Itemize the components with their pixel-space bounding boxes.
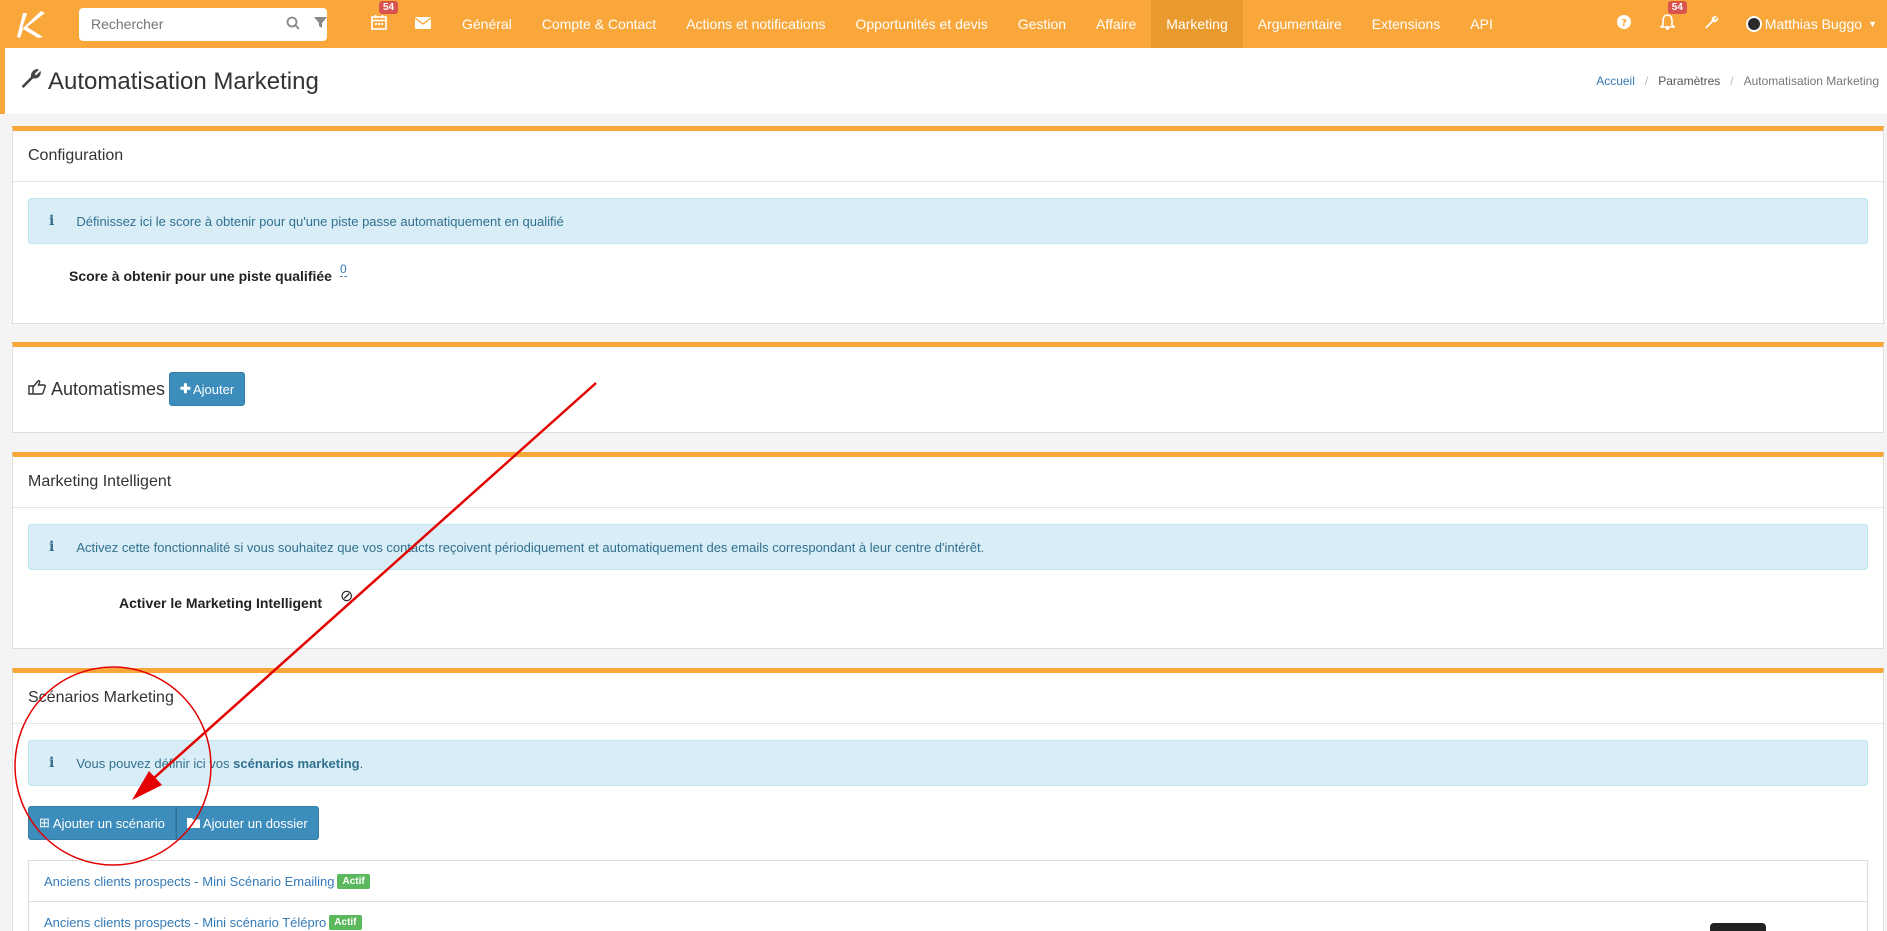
button-label: Ajouter un dossier bbox=[202, 815, 308, 831]
avatar bbox=[1745, 16, 1762, 32]
activate-label: Activer le Marketing Intelligent bbox=[119, 595, 323, 611]
menu-api[interactable]: API bbox=[1455, 0, 1508, 48]
plus-square-icon: ⊞ bbox=[39, 815, 50, 830]
info-alert: i Activez cette fonctionnalité si vous s… bbox=[28, 524, 1868, 570]
list-item[interactable]: Anciens clients prospects - Mini Scénari… bbox=[29, 861, 1867, 902]
menu-marketing[interactable]: Marketing bbox=[1151, 0, 1243, 48]
add-scenario-button[interactable]: ⊞ Ajouter un scénario bbox=[28, 806, 176, 840]
main-menu: Général Compte & Contact Actions et noti… bbox=[447, 0, 1508, 48]
wrench-icon[interactable] bbox=[1690, 15, 1734, 34]
wrench-icon bbox=[20, 68, 42, 96]
menu-gestion[interactable]: Gestion bbox=[1003, 0, 1081, 48]
help-icon[interactable]: ? bbox=[1602, 15, 1646, 33]
app-logo[interactable] bbox=[0, 0, 60, 48]
add-folder-button[interactable]: Ajouter un dossier bbox=[175, 806, 319, 840]
calendar-badge: 54 bbox=[379, 1, 399, 14]
configuration-panel: Configuration i Définissez ici le score … bbox=[12, 126, 1884, 324]
info-text: Activez cette fonctionnalité si vous sou… bbox=[76, 539, 985, 555]
page-header: Automatisation Marketing Accueil / Param… bbox=[0, 48, 1887, 114]
panel-title: Scénarios Marketing bbox=[13, 673, 1883, 724]
info-alert: i Vous pouvez définir ici vos scénarios … bbox=[28, 740, 1868, 786]
scenario-actions: ⊞ Ajouter un scénario Ajouter un dossier bbox=[28, 806, 319, 840]
status-badge: Actif bbox=[337, 873, 370, 889]
automatismes-panel: Automatismes ✚ Ajouter bbox=[12, 342, 1884, 433]
menu-compte-contact[interactable]: Compte & Contact bbox=[527, 0, 671, 48]
notification-badge: 54 bbox=[1667, 1, 1687, 14]
search-icon[interactable] bbox=[286, 16, 300, 33]
status-badge: Actif bbox=[329, 914, 362, 930]
add-automatisme-button[interactable]: ✚ Ajouter bbox=[169, 372, 246, 406]
score-value[interactable]: 0 bbox=[340, 262, 347, 277]
menu-actions-notifications[interactable]: Actions et notifications bbox=[671, 0, 840, 48]
panel-title: Automatismes bbox=[51, 378, 166, 399]
info-icon: i bbox=[49, 755, 55, 771]
info-text: Définissez ici le score à obtenir pour q… bbox=[76, 213, 564, 229]
breadcrumb-current: Automatisation Marketing bbox=[1743, 74, 1879, 88]
calendar-icon[interactable]: 54 bbox=[357, 1, 401, 34]
search-box[interactable] bbox=[79, 7, 327, 41]
panel-title: Configuration bbox=[13, 131, 1883, 182]
menu-argumentaire[interactable]: Argumentaire bbox=[1243, 0, 1357, 48]
list-item[interactable]: Anciens clients prospects - Mini scénari… bbox=[29, 902, 1867, 931]
search-input[interactable] bbox=[91, 16, 272, 32]
scenario-list: Anciens clients prospects - Mini Scénari… bbox=[28, 860, 1868, 931]
bell-icon[interactable]: 54 bbox=[1646, 1, 1690, 34]
page-title-text: Automatisation Marketing bbox=[48, 68, 319, 95]
info-alert: i Définissez ici le score à obtenir pour… bbox=[28, 198, 1868, 244]
activate-toggle[interactable]: ⊘ bbox=[340, 586, 353, 606]
menu-opportunites-devis[interactable]: Opportunités et devis bbox=[841, 0, 1003, 48]
page-title: Automatisation Marketing bbox=[20, 68, 319, 96]
breadcrumb-accueil[interactable]: Accueil bbox=[1596, 74, 1635, 88]
score-field: Score à obtenir pour une piste qualifiée… bbox=[13, 244, 1883, 304]
menu-affaire[interactable]: Affaire bbox=[1081, 0, 1151, 48]
scenarios-panel: Scénarios Marketing i Vous pouvez défini… bbox=[12, 668, 1884, 931]
score-label: Score à obtenir pour une piste qualifiée bbox=[69, 268, 332, 284]
top-navbar: 54 Général Compte & Contact Actions et n… bbox=[0, 0, 1887, 48]
user-name: Matthias Buggo bbox=[1764, 16, 1863, 32]
button-label: Ajouter un scénario bbox=[52, 815, 165, 831]
logo-icon bbox=[17, 11, 45, 38]
panel-title: Marketing Intelligent bbox=[13, 457, 1883, 508]
info-icon: i bbox=[49, 213, 55, 229]
menu-general[interactable]: Général bbox=[447, 0, 527, 48]
menu-extensions[interactable]: Extensions bbox=[1357, 0, 1455, 48]
filter-icon[interactable] bbox=[314, 16, 327, 32]
hand-pointer-icon bbox=[28, 379, 46, 400]
breadcrumb: Accueil / Paramètres / Automatisation Ma… bbox=[1592, 74, 1883, 88]
info-text: Vous pouvez définir ici vos scénarios ma… bbox=[76, 755, 364, 771]
info-icon: i bbox=[49, 539, 55, 555]
breadcrumb-parametres[interactable]: Paramètres bbox=[1658, 74, 1720, 88]
envelope-icon[interactable] bbox=[401, 16, 445, 33]
scenario-name[interactable]: Anciens clients prospects - Mini scénari… bbox=[44, 915, 326, 930]
marketing-intelligent-panel: Marketing Intelligent i Activez cette fo… bbox=[12, 452, 1884, 649]
activate-field: Activer le Marketing Intelligent ⊘ bbox=[13, 570, 1883, 630]
floating-widget[interactable] bbox=[1710, 923, 1766, 931]
caret-down-icon: ▼ bbox=[1868, 19, 1877, 29]
breadcrumb-separator: / bbox=[1730, 74, 1734, 88]
breadcrumb-separator: / bbox=[1644, 74, 1649, 88]
plus-icon: ✚ bbox=[180, 381, 191, 396]
folder-icon bbox=[186, 816, 200, 831]
user-menu[interactable]: Matthias Buggo ▼ bbox=[1734, 16, 1887, 32]
scenario-name[interactable]: Anciens clients prospects - Mini Scénari… bbox=[44, 874, 334, 889]
svg-text:?: ? bbox=[1621, 18, 1627, 29]
button-label: Ajouter bbox=[192, 381, 235, 397]
